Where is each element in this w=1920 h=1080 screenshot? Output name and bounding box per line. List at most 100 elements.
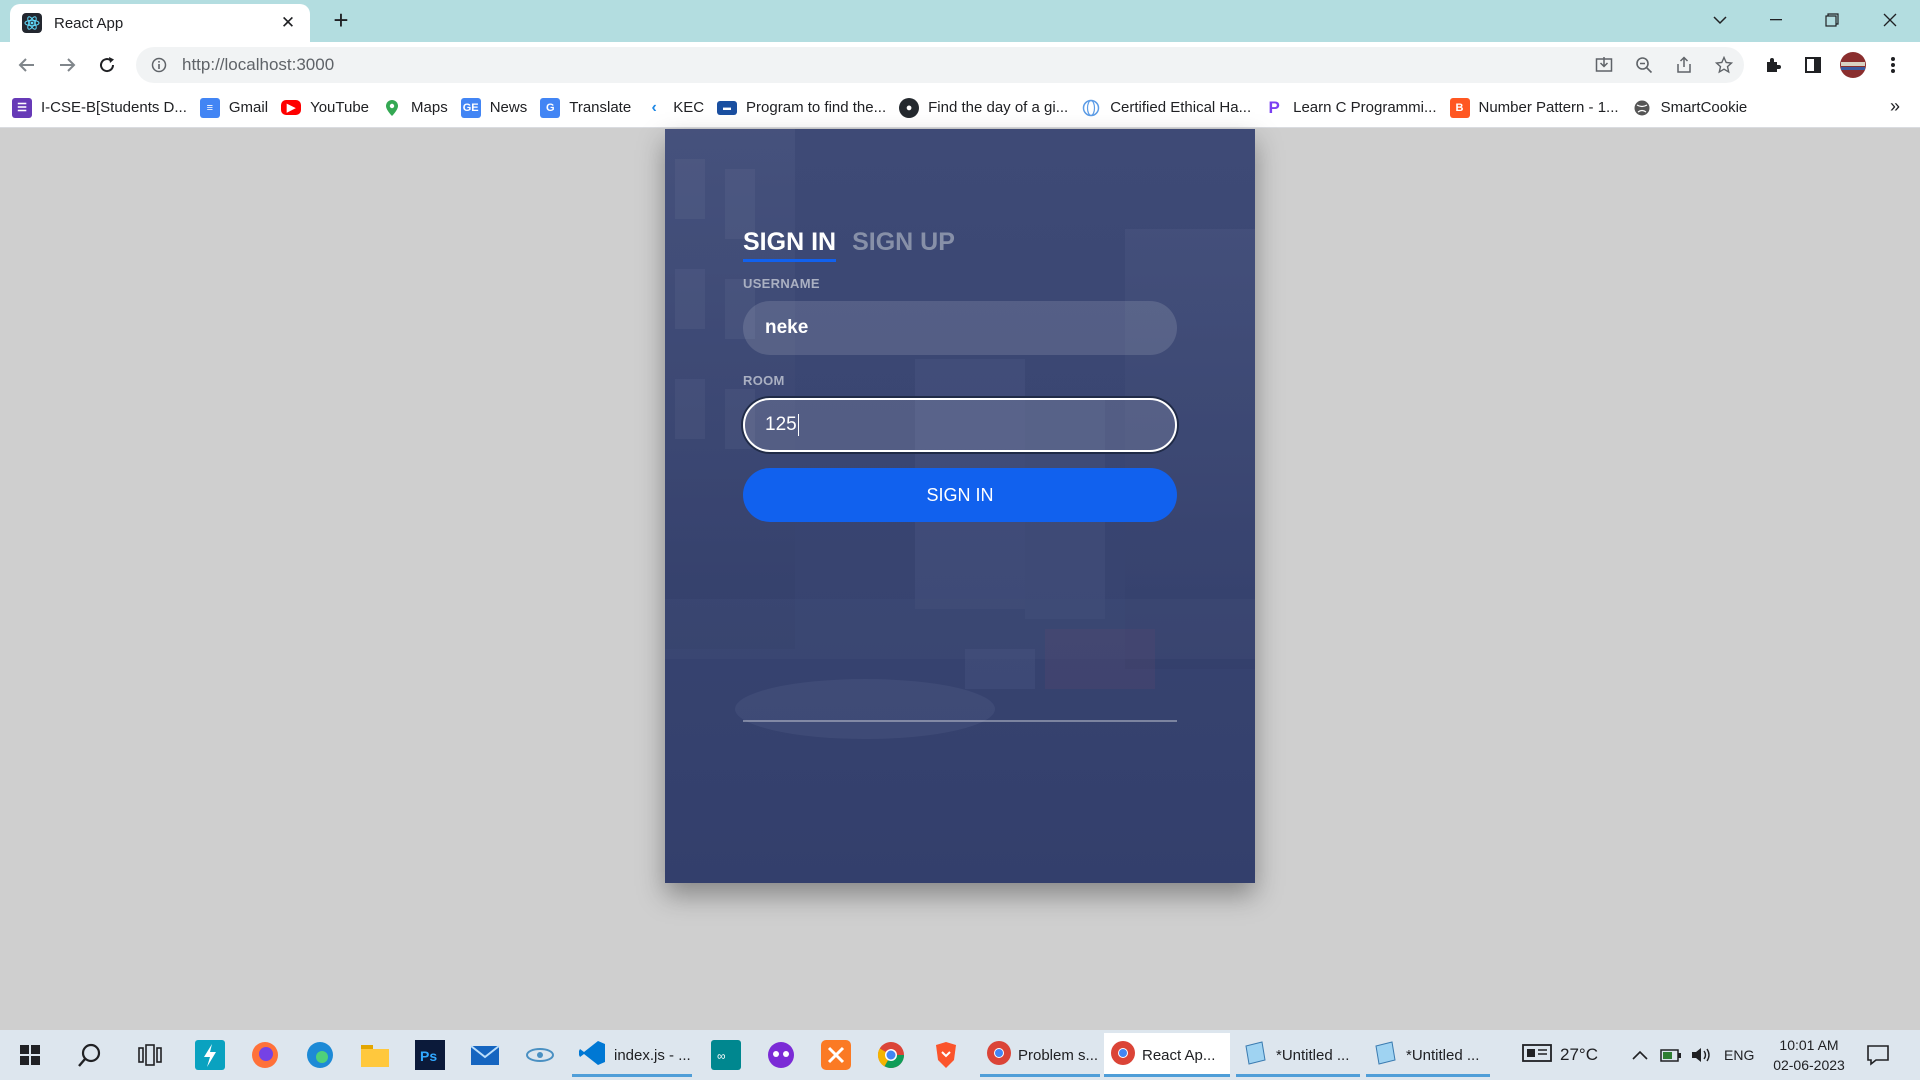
browser-tab[interactable]: React App ✕ xyxy=(10,4,310,42)
forms-icon: ☰ xyxy=(12,97,32,118)
more-bookmarks-icon[interactable]: » xyxy=(1890,96,1900,117)
bookmark-item[interactable]: GE News xyxy=(460,97,527,118)
sign-in-button[interactable]: SIGN IN xyxy=(743,468,1177,522)
battery-icon[interactable] xyxy=(1660,1030,1682,1080)
chrome-icon xyxy=(986,1040,1012,1070)
reload-button[interactable] xyxy=(92,50,122,80)
file-explorer-icon[interactable] xyxy=(355,1035,395,1075)
tab-title: React App xyxy=(54,14,124,32)
clock[interactable]: 10:01 AM 02-06-2023 xyxy=(1766,1030,1852,1080)
bookmarks-bar: ☰ I-CSE-B[Students D... ≡ Gmail ▶ YouTube M… xyxy=(0,88,1920,128)
youtube-icon: ▶ xyxy=(281,100,302,115)
tab-sign-in[interactable]: SIGN IN xyxy=(743,228,837,262)
brave-icon[interactable] xyxy=(926,1035,966,1075)
show-hidden-icons-icon[interactable] xyxy=(1632,1030,1648,1080)
room-value: 125 xyxy=(765,414,797,435)
side-panel-icon[interactable] xyxy=(1798,50,1828,80)
new-tab-button[interactable]: + xyxy=(326,6,356,36)
bookmark-item[interactable]: G Translate xyxy=(540,97,631,118)
taskbar-app-notepad[interactable]: *Untitled ... xyxy=(1236,1033,1360,1077)
taskbar-app-notepad[interactable]: *Untitled ... xyxy=(1366,1033,1490,1077)
username-label: USERNAME xyxy=(743,276,820,291)
browser-tab-strip: React App ✕ + xyxy=(0,0,1920,42)
blogger-icon: B xyxy=(1449,97,1470,118)
firefox-icon[interactable] xyxy=(245,1035,285,1075)
windows-start-icon[interactable] xyxy=(10,1035,50,1075)
translate-icon: G xyxy=(540,97,561,118)
site-info-icon[interactable] xyxy=(148,54,170,76)
login-form: SIGN IN SIGN UP USERNAME neke ROOM 125 S… xyxy=(743,224,1177,722)
profile-avatar[interactable] xyxy=(1838,50,1868,80)
minimize-button[interactable] xyxy=(1750,0,1802,40)
mail-icon[interactable] xyxy=(465,1035,505,1075)
url-text[interactable]: http://localhost:3000 xyxy=(182,55,1584,75)
bookmark-item[interactable]: Maps xyxy=(382,98,448,118)
maps-pin-icon xyxy=(382,98,402,118)
bookmark-item[interactable]: ● Find the day of a gi... xyxy=(899,97,1068,118)
taskbar-app-vscode[interactable]: index.js - ... xyxy=(572,1033,692,1077)
taskbar-app-chrome-active[interactable]: React Ap... xyxy=(1104,1033,1230,1077)
zoom-icon[interactable] xyxy=(1624,50,1664,80)
tab-sign-up[interactable]: SIGN UP xyxy=(852,228,955,262)
programiz-icon: P xyxy=(1268,97,1280,117)
forward-button[interactable] xyxy=(52,50,82,80)
news-weather-icon xyxy=(1522,1043,1552,1067)
kec-icon: ‹ xyxy=(651,98,657,116)
edge-icon[interactable] xyxy=(300,1035,340,1075)
news-icon: GE xyxy=(460,97,481,118)
clock-time: 10:01 AM xyxy=(1779,1037,1839,1053)
username-input[interactable]: neke xyxy=(743,301,1177,355)
share-icon[interactable] xyxy=(1664,50,1704,80)
weather-widget[interactable]: 27°C xyxy=(1522,1030,1598,1080)
react-favicon-icon xyxy=(22,13,42,33)
vpn-eye-icon[interactable] xyxy=(520,1035,560,1075)
bookmark-item[interactable]: P Learn C Programmi... xyxy=(1264,98,1436,118)
task-view-icon[interactable] xyxy=(130,1035,170,1075)
docs-icon: ≡ xyxy=(199,97,220,118)
bookmark-item[interactable]: ▬ Program to find the... xyxy=(717,99,886,116)
globe-icon xyxy=(1081,98,1101,118)
browser-toolbar: http://localhost:3000 xyxy=(0,42,1920,88)
vscode-icon xyxy=(578,1039,606,1071)
notepad-icon xyxy=(1242,1040,1268,1070)
search-icon[interactable] xyxy=(70,1035,110,1075)
mask-app-icon[interactable] xyxy=(761,1035,801,1075)
clock-date: 02-06-2023 xyxy=(1773,1057,1845,1073)
close-window-button[interactable] xyxy=(1864,0,1916,40)
notifications-icon[interactable] xyxy=(1866,1030,1890,1080)
bookmark-item[interactable]: ‹ KEC xyxy=(644,98,705,118)
room-input[interactable]: 125 xyxy=(743,398,1177,452)
bookmark-item[interactable]: Certified Ethical Ha... xyxy=(1081,98,1251,118)
language-indicator[interactable]: ENG xyxy=(1724,1030,1754,1080)
svg-text:∞: ∞ xyxy=(717,1049,726,1063)
chrome-icon xyxy=(1110,1040,1136,1070)
form-divider xyxy=(743,720,1177,722)
back-button[interactable] xyxy=(12,50,42,80)
bookmark-star-icon[interactable] xyxy=(1704,50,1744,80)
globe-icon xyxy=(1632,98,1652,118)
login-card: SIGN IN SIGN UP USERNAME neke ROOM 125 S… xyxy=(665,129,1255,883)
volume-icon[interactable] xyxy=(1690,1030,1712,1080)
bookmark-item[interactable]: ☰ I-CSE-B[Students D... xyxy=(12,97,187,118)
photoshop-icon[interactable]: Ps xyxy=(410,1035,450,1075)
bookmark-item[interactable]: ▶ YouTube xyxy=(281,99,369,116)
tab-search-icon[interactable] xyxy=(1694,0,1746,40)
bookmark-item[interactable]: ≡ Gmail xyxy=(199,97,268,118)
svg-text:Ps: Ps xyxy=(420,1048,437,1064)
page-viewport: SIGN IN SIGN UP USERNAME neke ROOM 125 S… xyxy=(0,129,1920,1030)
bookmark-item[interactable]: SmartCookie xyxy=(1632,98,1747,118)
taskbar-app-chrome[interactable]: Problem s... xyxy=(980,1033,1100,1077)
xampp-icon[interactable] xyxy=(816,1035,856,1075)
auth-tabs: SIGN IN SIGN UP xyxy=(743,224,1177,262)
extensions-icon[interactable] xyxy=(1758,50,1788,80)
arduino-icon[interactable]: ∞ xyxy=(706,1035,746,1075)
restore-button[interactable] xyxy=(1806,0,1858,40)
bookmark-item[interactable]: B Number Pattern - 1... xyxy=(1449,97,1619,118)
address-bar[interactable]: http://localhost:3000 xyxy=(136,47,1744,83)
power-automate-icon[interactable] xyxy=(190,1035,230,1075)
chrome-icon[interactable] xyxy=(871,1035,911,1075)
install-app-icon[interactable] xyxy=(1584,50,1624,80)
text-caret xyxy=(797,414,799,436)
browser-menu-icon[interactable] xyxy=(1878,50,1908,80)
tab-close-icon[interactable]: ✕ xyxy=(278,13,298,33)
